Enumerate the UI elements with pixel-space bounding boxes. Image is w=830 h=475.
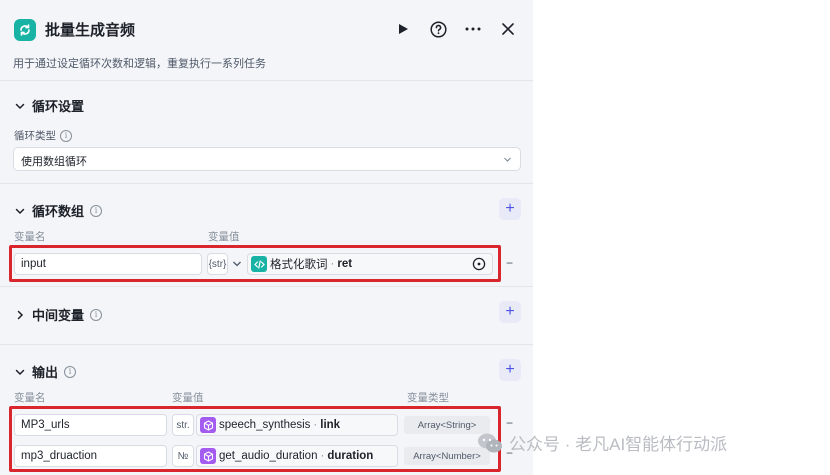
more-options-icon[interactable] <box>462 18 484 40</box>
add-output-button[interactable]: + <box>499 359 521 381</box>
help-icon[interactable] <box>427 18 449 40</box>
canvas-background <box>533 0 830 475</box>
plugin-node-icon <box>200 448 216 464</box>
column-header-value: 变量值 <box>172 392 204 404</box>
ref-field-name: duration <box>327 450 374 462</box>
intermediate-variables-toggle[interactable]: 中间变量 i <box>14 305 103 324</box>
loop-node-panel: 批量生成音频 用于通过设定循环次数和逻辑，重复执行一系列任务 循环设置 循环类型… <box>0 0 533 475</box>
section-title: 循环数组 <box>32 204 85 219</box>
info-icon[interactable]: i <box>90 308 103 321</box>
column-header-name: 变量名 <box>14 392 46 404</box>
chevron-down-icon <box>15 103 25 109</box>
loop-array-value-ref[interactable]: 格式化歌词 · ret <box>247 253 493 275</box>
loop-settings-toggle[interactable]: 循环设置 <box>14 96 84 115</box>
info-icon[interactable]: i <box>64 365 77 378</box>
code-node-icon <box>251 256 267 272</box>
intermediate-variables-section: 中间变量 i + <box>0 287 533 345</box>
ref-field-name: link <box>320 419 341 431</box>
ref-node-name: 格式化歌词 <box>270 259 328 271</box>
loop-array-toggle[interactable]: 循环数组 i <box>14 201 103 220</box>
chevron-down-icon[interactable] <box>232 259 242 269</box>
output-name-input[interactable]: mp3_druaction <box>14 445 167 467</box>
plugin-node-icon <box>200 417 216 433</box>
output-value-ref[interactable]: speech_synthesis · link <box>196 414 398 436</box>
output-value-ref[interactable]: get_audio_duration · duration <box>196 445 398 467</box>
type-selector[interactable]: № <box>172 445 194 467</box>
chevron-right-icon <box>17 310 24 319</box>
loop-type-select[interactable]: 使用数组循环 <box>13 147 521 171</box>
ref-node-name: speech_synthesis <box>219 419 311 431</box>
chevron-down-icon <box>504 157 511 162</box>
column-header-name: 变量名 <box>14 231 46 243</box>
add-intermediate-variable-button[interactable]: + <box>499 301 521 323</box>
output-toggle[interactable]: 输出 i <box>14 362 77 381</box>
panel-description: 用于通过设定循环次数和逻辑，重复执行一系列任务 <box>13 58 266 70</box>
panel-title: 批量生成音频 <box>45 22 136 39</box>
loop-array-name-input[interactable]: input <box>14 253 202 275</box>
info-icon[interactable]: i <box>60 129 72 142</box>
type-selector[interactable]: {str} <box>207 253 228 275</box>
info-icon[interactable]: i <box>90 204 103 217</box>
run-icon[interactable] <box>392 18 414 40</box>
chevron-down-icon <box>15 369 25 375</box>
close-icon[interactable] <box>497 18 519 40</box>
chevron-down-icon <box>15 208 25 214</box>
section-title: 中间变量 <box>32 308 85 323</box>
panel-header: 批量生成音频 用于通过设定循环次数和逻辑，重复执行一系列任务 <box>0 0 533 81</box>
remove-row-icon[interactable]: − <box>506 256 513 270</box>
output-name-input[interactable]: MP3_urls <box>14 414 167 436</box>
watermark-text: 公众号 · 老凡AI智能体行动派 <box>509 435 728 454</box>
loop-type-value: 使用数组循环 <box>21 156 87 168</box>
loop-type-label: 循环类型 i <box>14 128 72 143</box>
target-icon[interactable] <box>472 257 486 271</box>
column-header-value: 变量值 <box>208 231 240 243</box>
loop-type-label-text: 循环类型 <box>14 130 56 142</box>
section-title: 输出 <box>32 365 59 380</box>
type-selector[interactable]: str. <box>172 414 194 436</box>
add-loop-array-button[interactable]: + <box>499 198 521 220</box>
ref-field-name: ret <box>337 258 353 270</box>
remove-row-icon[interactable]: − <box>506 416 513 430</box>
column-header-type: 变量类型 <box>407 392 449 404</box>
ref-node-name: get_audio_duration <box>219 450 318 462</box>
loop-node-icon <box>14 19 36 41</box>
watermark: 公众号 · 老凡AI智能体行动派 <box>477 430 727 455</box>
wechat-icon <box>477 432 503 454</box>
section-title: 循环设置 <box>32 99 85 114</box>
